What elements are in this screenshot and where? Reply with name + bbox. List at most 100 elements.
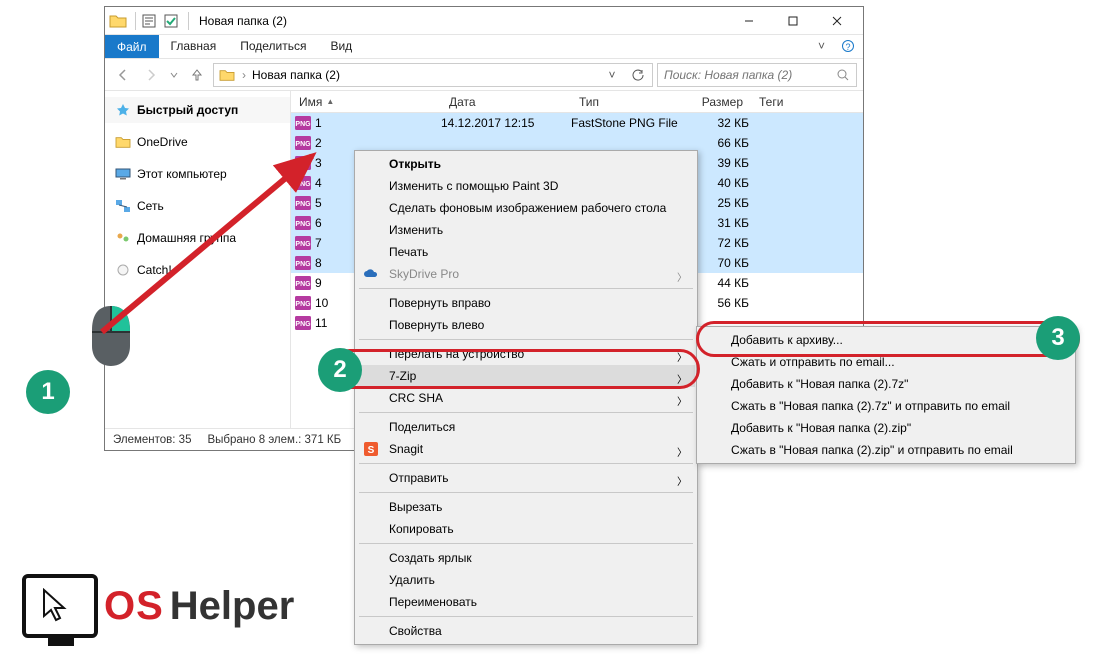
file-name: 2 — [311, 136, 441, 150]
close-button[interactable] — [815, 7, 859, 35]
tab-share[interactable]: Поделиться — [228, 35, 318, 58]
file-size: 66 КБ — [691, 136, 749, 150]
refresh-icon[interactable] — [628, 68, 648, 82]
file-row[interactable]: PNG114.12.2017 12:15FastStone PNG File32… — [291, 113, 863, 133]
ctx-skydrive[interactable]: SkyDrive Pro 〉 — [357, 263, 695, 285]
annotation-oval-2 — [330, 349, 700, 389]
ctx-wallpaper[interactable]: Сделать фоновым изображением рабочего ст… — [357, 197, 695, 219]
separator — [359, 463, 693, 464]
separator — [359, 288, 693, 289]
separator — [359, 616, 693, 617]
sub-add-zip[interactable]: Добавить к "Новая папка (2).zip" — [699, 417, 1073, 439]
context-menu: Открыть Изменить с помощью Paint 3D Сдел… — [354, 150, 698, 645]
annotation-step-1: 1 — [26, 370, 70, 414]
ctx-rename[interactable]: Переименовать — [357, 591, 695, 613]
ctx-open[interactable]: Открыть — [357, 153, 695, 175]
logo-text-os: OS — [104, 584, 164, 629]
search-icon — [836, 68, 850, 82]
column-headers: Имя▲ Дата Тип Размер Теги — [291, 91, 863, 113]
address-row: › Новая папка (2) ˅ — [105, 59, 863, 91]
ctx-snagit[interactable]: S Snagit〉 — [357, 438, 695, 460]
separator — [359, 492, 693, 493]
file-size: 25 КБ — [691, 196, 749, 210]
cloud-icon — [363, 266, 379, 282]
maximize-button[interactable] — [771, 7, 815, 35]
ribbon-tabs: Файл Главная Поделиться Вид ˅ ? — [105, 35, 863, 59]
chevron-right-icon: 〉 — [677, 444, 687, 459]
file-size: 70 КБ — [691, 256, 749, 270]
ribbon-expand-icon[interactable]: ˅ — [810, 35, 833, 58]
address-bar[interactable]: › Новая папка (2) ˅ — [213, 63, 653, 87]
ctx-send[interactable]: Отправить〉 — [357, 467, 695, 489]
file-size: 31 КБ — [691, 216, 749, 230]
file-size: 44 КБ — [691, 276, 749, 290]
col-size[interactable]: Размер — [691, 95, 751, 109]
ctx-edit[interactable]: Изменить — [357, 219, 695, 241]
tab-file[interactable]: Файл — [105, 35, 159, 58]
snagit-icon: S — [363, 441, 379, 457]
folder-icon — [109, 12, 127, 30]
sort-asc-icon: ▲ — [326, 97, 334, 106]
check-icon[interactable] — [162, 12, 180, 30]
ctx-paint3d[interactable]: Изменить с помощью Paint 3D — [357, 175, 695, 197]
svg-text:PNG: PNG — [295, 121, 311, 128]
file-size: 39 КБ — [691, 156, 749, 170]
ctx-rotate-right[interactable]: Повернуть вправо — [357, 292, 695, 314]
up-button[interactable] — [185, 63, 209, 87]
status-count: Элементов: 35 — [113, 434, 191, 446]
svg-text:?: ? — [845, 42, 850, 52]
file-type: FastStone PNG File — [571, 116, 691, 130]
cursor-icon — [42, 588, 72, 624]
star-icon — [115, 102, 131, 118]
forward-button[interactable] — [139, 63, 163, 87]
logo-text-helper: Helper — [170, 584, 295, 629]
titlebar: Новая папка (2) — [105, 7, 863, 35]
col-name[interactable]: Имя▲ — [291, 95, 441, 109]
history-dropdown-icon[interactable] — [167, 63, 181, 87]
file-size: 32 КБ — [691, 116, 749, 130]
sub-compress-7z-email[interactable]: Сжать в "Новая папка (2).7z" и отправить… — [699, 395, 1073, 417]
ctx-properties[interactable]: Свойства — [357, 620, 695, 642]
minimize-button[interactable] — [727, 7, 771, 35]
chevron-right-icon: 〉 — [677, 393, 687, 408]
breadcrumb-item[interactable]: Новая папка (2) — [252, 68, 340, 82]
folder-icon — [218, 66, 236, 84]
sub-add-7z[interactable]: Добавить к "Новая папка (2).7z" — [699, 373, 1073, 395]
separator — [359, 412, 693, 413]
ctx-delete[interactable]: Удалить — [357, 569, 695, 591]
logo: OS Helper — [22, 574, 294, 638]
ctx-print[interactable]: Печать — [357, 241, 695, 263]
chevron-down-icon[interactable]: ˅ — [602, 68, 622, 82]
sidebar-item-quick-access[interactable]: Быстрый доступ — [105, 97, 290, 123]
ctx-rotate-left[interactable]: Повернуть влево — [357, 314, 695, 336]
annotation-step-3: 3 — [1036, 316, 1080, 360]
ctx-shortcut[interactable]: Создать ярлык — [357, 547, 695, 569]
search-input[interactable] — [664, 68, 830, 82]
window-title: Новая папка (2) — [199, 14, 287, 28]
sidebar-label: Быстрый доступ — [137, 103, 238, 117]
png-icon: PNG — [291, 116, 311, 130]
col-type[interactable]: Тип — [571, 95, 691, 109]
ctx-cut[interactable]: Вырезать — [357, 496, 695, 518]
separator-icon — [188, 12, 189, 30]
status-selection: Выбрано 8 элем.: 371 КБ — [207, 434, 341, 446]
annotation-arrow — [82, 142, 330, 342]
search-box[interactable] — [657, 63, 857, 87]
annotation-step-2: 2 — [318, 348, 362, 392]
ctx-crcsha[interactable]: CRC SHA〉 — [357, 387, 695, 409]
monitor-icon — [22, 574, 98, 638]
file-name: 1 — [311, 116, 441, 130]
properties-icon[interactable] — [140, 12, 158, 30]
back-button[interactable] — [111, 63, 135, 87]
tab-home[interactable]: Главная — [159, 35, 229, 58]
col-tags[interactable]: Теги — [751, 95, 801, 109]
ctx-share[interactable]: Поделиться — [357, 416, 695, 438]
ctx-copy[interactable]: Копировать — [357, 518, 695, 540]
tab-view[interactable]: Вид — [318, 35, 364, 58]
col-date[interactable]: Дата — [441, 95, 571, 109]
chevron-right-icon: 〉 — [677, 473, 687, 488]
help-icon[interactable]: ? — [833, 35, 863, 58]
file-size: 72 КБ — [691, 236, 749, 250]
sub-compress-zip-email[interactable]: Сжать в "Новая папка (2).zip" и отправит… — [699, 439, 1073, 461]
separator — [359, 339, 693, 340]
